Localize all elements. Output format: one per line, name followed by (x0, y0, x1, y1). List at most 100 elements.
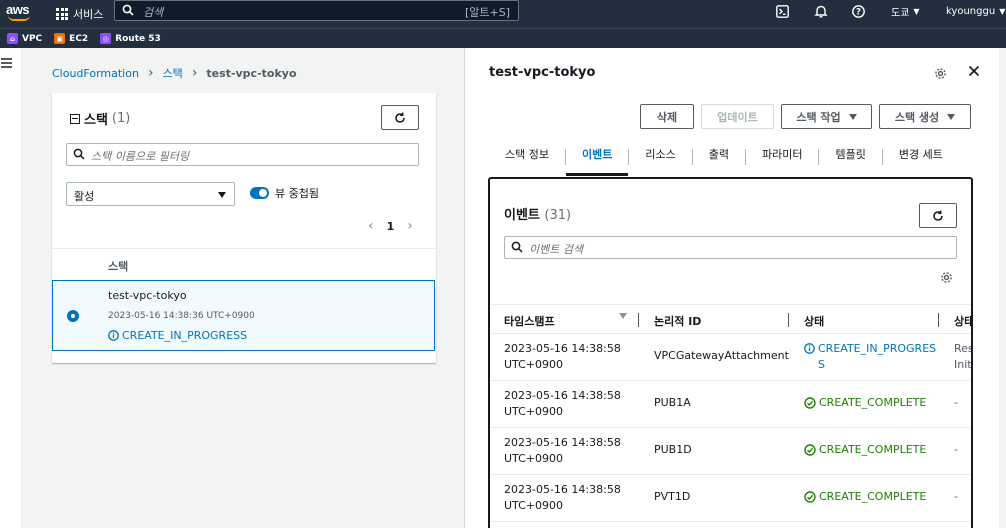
status-filter-value: 활성 (74, 190, 95, 203)
event-timezone: UTC+0900 (504, 499, 564, 512)
services-menu-button[interactable]: 서비스 (56, 4, 103, 24)
settings-gear-icon[interactable] (934, 67, 947, 80)
update-button[interactable]: 업데이트 (701, 104, 774, 129)
caret-down-icon (218, 192, 226, 198)
tab-change-sets[interactable]: 변경 세트 (883, 138, 959, 176)
chevron-left-icon[interactable]: ‹ (368, 218, 374, 234)
event-status-reason: - (954, 443, 958, 456)
event-timestamp: 2023-05-16 14:38:58 UTC+0900 (504, 435, 624, 467)
notifications-bell-icon[interactable] (814, 0, 828, 22)
events-search-input[interactable]: 이벤트 검색 (504, 236, 957, 259)
success-check-icon (804, 396, 816, 409)
tab-stack-info[interactable]: 스택 정보 (489, 138, 565, 176)
search-placeholder: 검색 (143, 6, 164, 19)
event-date: 2023-05-16 14:38:58 (504, 483, 621, 496)
hamburger-menu-icon[interactable] (1, 58, 13, 68)
stack-name[interactable]: test-vpc-tokyo (108, 289, 187, 302)
table-row[interactable]: 2023-05-16 14:38:58 UTC+0900 PVT1D CREAT… (490, 475, 971, 522)
event-reason-line: Initi (954, 358, 973, 371)
breadcrumb-stacks[interactable]: 스택 (163, 65, 183, 81)
column-header-timestamp[interactable]: 타임스탬프 (504, 313, 555, 329)
stack-filter-input[interactable]: 스택 이름으로 필터링 (66, 143, 419, 166)
breadcrumb: CloudFormation › 스택 › test-vpc-tokyo (52, 65, 297, 81)
stack-actions-button[interactable]: 스택 작업 (781, 104, 872, 129)
event-logical-id: PUB1A (654, 396, 691, 409)
close-icon[interactable] (968, 65, 980, 77)
favorite-route53[interactable]: ◎ Route 53 (100, 33, 161, 44)
breadcrumb-cloudformation[interactable]: CloudFormation (52, 67, 139, 80)
events-table-header: 타임스탬프 논리적 ID 상태 상태 (490, 304, 971, 334)
page-number[interactable]: 1 (387, 220, 395, 233)
stacks-column-header: 스택 (52, 248, 436, 280)
global-search-input[interactable]: 검색 [알트+S] (114, 0, 519, 21)
create-stack-button[interactable]: 스택 생성 (879, 104, 971, 129)
table-row[interactable]: 2023-05-16 14:38:58 UTC+0900 PUB1A CREAT… (490, 381, 971, 428)
collapse-icon[interactable] (70, 113, 80, 124)
favorite-label: VPC (22, 33, 43, 44)
refresh-icon (933, 210, 943, 221)
event-timezone: UTC+0900 (504, 358, 564, 371)
nested-view-toggle[interactable] (250, 187, 269, 199)
region-label: 도쿄 (891, 7, 910, 19)
stacks-refresh-button[interactable] (381, 105, 419, 130)
aws-smile-icon (8, 15, 30, 21)
event-logical-id: VPCGatewayAttachment (654, 349, 789, 362)
cloudshell-icon[interactable] (776, 0, 789, 22)
column-resizer[interactable] (938, 313, 939, 327)
event-status-reason: - (954, 396, 958, 409)
detail-title: test-vpc-tokyo (489, 65, 596, 80)
table-settings-gear-icon[interactable] (940, 271, 953, 284)
column-header-status[interactable]: 상태 (804, 313, 824, 329)
stacks-count: (1) (111, 111, 131, 126)
vertical-scrollbar[interactable] (999, 48, 1006, 528)
column-header-stack[interactable]: 스택 (108, 258, 128, 274)
help-icon[interactable]: ? (852, 0, 865, 22)
event-timezone: UTC+0900 (504, 452, 564, 465)
search-shortcut: [알트+S] (464, 6, 510, 19)
chevron-right-icon[interactable]: › (407, 218, 413, 234)
delete-button[interactable]: 삭제 (640, 104, 694, 129)
tab-template[interactable]: 템플릿 (819, 138, 881, 176)
pagination: ‹ 1 › (368, 218, 413, 234)
favorite-ec2[interactable]: ▣ EC2 (54, 33, 88, 44)
sort-down-icon[interactable] (619, 313, 627, 319)
event-date: 2023-05-16 14:38:58 (504, 436, 621, 449)
chevron-right-icon: › (147, 65, 154, 81)
delete-label: 삭제 (656, 110, 678, 124)
events-table: 타임스탬프 논리적 ID 상태 상태 2023-05-16 14:38:58 U… (490, 304, 973, 522)
events-refresh-button[interactable] (919, 203, 957, 228)
column-header-logical-id[interactable]: 논리적 ID (654, 313, 701, 329)
account-username: kyounggu (946, 5, 996, 17)
tab-resources[interactable]: 리소스 (629, 138, 691, 176)
stack-row[interactable]: test-vpc-tokyo 2023-05-16 14:38:36 UTC+0… (52, 280, 435, 351)
events-search-placeholder: 이벤트 검색 (529, 243, 584, 256)
table-row[interactable]: 2023-05-16 14:38:58 UTC+0900 VPCGatewayA… (490, 334, 973, 381)
tab-events[interactable]: 이벤트 (565, 138, 629, 176)
search-icon (122, 4, 134, 16)
stack-radio-selected[interactable] (67, 310, 79, 322)
nested-view-label: 뷰 중첩됨 (275, 187, 319, 200)
tab-parameters[interactable]: 파라미터 (746, 138, 818, 176)
account-menu[interactable]: kyounggu ▼ (946, 0, 1005, 22)
search-icon (511, 241, 523, 253)
aws-logo[interactable]: aws (6, 2, 32, 24)
tab-outputs[interactable]: 출력 (693, 138, 745, 176)
event-status-line: S (818, 358, 825, 371)
column-resizer[interactable] (638, 313, 639, 327)
caret-down-icon (848, 113, 857, 120)
status-filter-select[interactable]: 활성 (66, 182, 235, 206)
ec2-service-icon: ▣ (54, 33, 66, 44)
region-selector[interactable]: 도쿄 ▼ (891, 0, 920, 22)
table-row[interactable]: 2023-05-16 14:38:58 UTC+0900 PUB1D CREAT… (490, 428, 971, 475)
event-status-text: CREATE_COMPLETE (819, 443, 927, 456)
event-status: CREATE_COMPLETE (804, 490, 926, 503)
event-status-text: CREATE_COMPLETE (819, 396, 927, 409)
update-label: 업데이트 (717, 110, 758, 124)
favorite-vpc[interactable]: ⌂ VPC (7, 33, 42, 44)
event-status-text: CREATE_COMPLETE (819, 490, 927, 503)
column-header-status-reason[interactable]: 상태 (954, 313, 971, 329)
event-status: CREATE_COMPLETE (804, 396, 926, 409)
column-resizer[interactable] (788, 313, 789, 327)
stack-filter-placeholder: 스택 이름으로 필터링 (91, 150, 190, 163)
favorites-bar: ⌂ VPC ▣ EC2 ◎ Route 53 (0, 28, 1006, 48)
